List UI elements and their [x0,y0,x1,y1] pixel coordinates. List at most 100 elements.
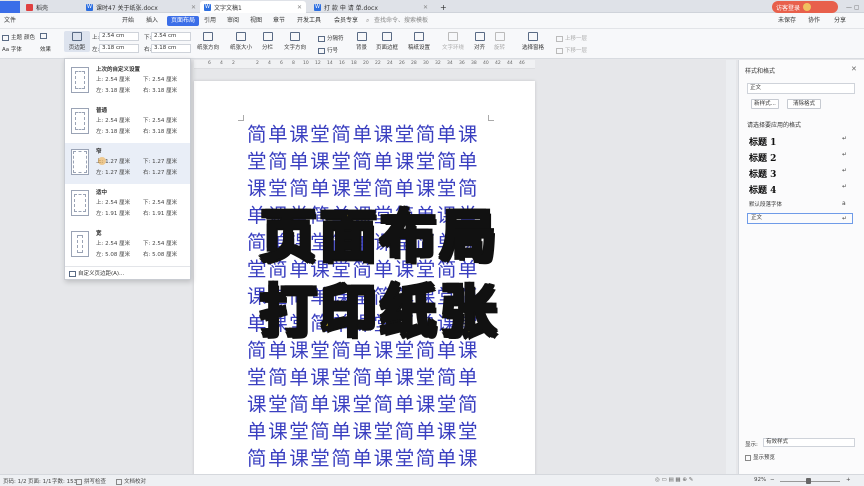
menu-view[interactable]: 视图 [250,16,262,26]
selection-pane-button[interactable]: 选择窗格 [522,32,544,51]
menu-file[interactable]: 文件 [4,16,16,26]
margin-option-normal[interactable]: 普通 上: 2.54 厘米 下: 2.54 厘米 左: 3.18 厘米 右: 3… [65,102,190,143]
margins-button[interactable]: 页边距 [64,31,90,52]
text-line[interactable]: 课堂简单课堂简单课堂简 [247,178,487,200]
word-count[interactable]: 字数: 153 [52,477,77,485]
preview-checkbox[interactable]: 显示预览 [745,453,775,461]
text-direction-icon [290,32,300,41]
text-line[interactable]: 堂简单课堂简单课堂简单 [247,367,487,389]
tab-doc-draft1[interactable]: W 文字文稿1 ✕ [200,1,306,13]
spell-check-button[interactable]: 拼写检查 [76,477,106,485]
menu-review[interactable]: 审阅 [227,16,239,26]
style-default-font[interactable]: 默认段落字体 [749,200,782,208]
rotate-button[interactable]: 旋转 [494,32,505,51]
style-heading3[interactable]: 标题 3 [749,167,776,180]
daoke-icon [26,3,33,11]
zoom-slider-handle[interactable] [806,478,811,484]
margin-preview-icon [71,231,89,257]
text-direction-button[interactable]: 文字方向 [284,32,306,51]
right-margin-input[interactable]: 3.18 cm [151,44,191,53]
menu-chapter[interactable]: 章节 [273,16,285,26]
page-border-icon [382,32,392,41]
style-heading2[interactable]: 标题 2 [749,151,776,164]
login-button[interactable]: 访客登录 [772,1,838,13]
left-margin-input[interactable]: 3.18 cm [99,44,139,53]
paper-size-button[interactable]: 纸张大小 [230,32,252,51]
new-tab-button[interactable]: + [436,1,448,13]
bring-forward-button[interactable]: 上移一层 [556,34,587,42]
share-button[interactable]: 分享 [834,16,846,26]
tab-label: 稻壳 [36,4,49,12]
margin-option-last-custom[interactable]: 上次的自定义设置 上: 2.54 厘米 下: 2.54 厘米 左: 3.18 厘… [65,61,190,102]
zoom-in-button[interactable]: + [846,477,851,483]
custom-margins-item[interactable]: 自定义页边距(A)... [69,269,124,277]
style-heading1[interactable]: 标题 1 [749,135,776,148]
columns-button[interactable]: 分栏 [262,32,273,51]
show-label: 显示: [745,442,758,448]
new-style-button[interactable]: 新样式... [751,99,779,109]
clear-format-button[interactable]: 清除格式 [787,99,821,109]
text-line[interactable]: 课堂简单课堂简单课堂简 [247,394,487,416]
close-icon[interactable]: ✕ [191,4,196,11]
page-border-button[interactable]: 页面边框 [376,32,398,51]
overlay-title-line2: 打印纸张 [259,279,500,346]
tab-doc-payment[interactable]: W 打 款 申 请 单.docx ✕ [310,1,432,13]
manuscript-button[interactable]: 稿纸设置 [408,32,430,51]
effects-button-top[interactable] [40,33,49,40]
text-wrap-icon [448,32,458,41]
tab-daoke[interactable]: 稻壳 [22,1,80,13]
bottom-margin-input[interactable]: 2.54 cm [151,32,191,41]
vertical-scrollbar[interactable] [726,60,736,474]
effects-label-button[interactable]: 效果 [40,45,51,53]
style-body[interactable]: 正文 [747,213,853,224]
proofread-button[interactable]: 文档校对 [116,477,146,485]
menu-member[interactable]: 会员专享 [334,16,358,26]
text-line[interactable]: 单课堂简单课堂简单课堂 [247,421,487,443]
zoom-level[interactable]: 92% [754,477,766,483]
view-mode-icons[interactable]: ◎ ▭ ▤ ▦ ⊕ ✎ [655,477,693,483]
zoom-out-button[interactable]: − [770,477,775,483]
line-numbers-button[interactable]: 行号 [318,46,338,54]
current-style-select[interactable]: 正文 [747,83,855,94]
page-count: 页面: 1/1 [28,479,52,485]
send-backward-icon [556,47,563,54]
collab-button[interactable]: 协作 [808,16,820,26]
text-line[interactable]: 堂简单课堂简单课堂简单 [247,151,487,173]
text-wrap-button[interactable]: 文字环绕 [442,32,464,51]
menu-insert[interactable]: 插入 [146,16,158,26]
top-margin-input[interactable]: 2.54 cm [99,32,139,41]
colors-button[interactable]: 颜色 [24,33,35,41]
tab-label: 文字文稿1 [214,4,242,12]
show-select[interactable]: 有效样式 [763,438,855,447]
effects-button[interactable]: Aa 字体 [2,45,22,53]
close-icon[interactable]: ✕ [851,65,857,73]
orientation-button[interactable]: 纸张方向 [197,32,219,51]
tab-doc-lesson47[interactable]: W 课时47 关于纸张.docx ✕ [82,1,200,13]
margin-preview-icon [71,149,89,175]
text-line[interactable]: 简单课堂简单课堂简单课 [247,124,487,146]
word-doc-icon: W [86,3,93,11]
background-button[interactable]: 背景 [356,32,367,51]
close-icon[interactable]: ✕ [423,4,428,11]
align-button[interactable]: 对齐 [474,32,485,51]
theme-button[interactable]: 主题 [2,33,22,41]
send-backward-button[interactable]: 下移一层 [556,46,587,54]
breaks-button[interactable]: 分隔符 [318,34,344,42]
close-icon[interactable]: ✕ [297,4,302,11]
paragraph-mark-icon: ↵ [842,215,848,222]
margin-option-narrow[interactable]: 窄 上: 1.27 厘米 下: 1.27 厘米 左: 1.27 厘米 右: 1.… [65,143,190,184]
window-controls[interactable]: — ▢ [842,1,862,13]
command-search[interactable]: 查找命令、搜索模板 [374,16,428,26]
menu-developer[interactable]: 开发工具 [297,16,321,26]
margin-option-wide[interactable]: 宽 上: 2.54 厘米 下: 2.54 厘米 左: 5.08 厘米 右: 5.… [65,225,190,266]
menu-references[interactable]: 引用 [204,16,216,26]
menu-home[interactable]: 开始 [122,16,134,26]
status-bar: 页码: 1/2 页面: 1/1 字数: 153 拼写检查 文档校对 ◎ ▭ ▤ … [0,474,864,486]
paragraph-mark-icon: ↵ [842,167,848,174]
home-tab[interactable] [0,1,20,13]
horizontal-ruler[interactable]: 6 4 2 2 4 6 8 10 12 14 16 18 20 22 24 26… [194,60,535,69]
margin-option-moderate[interactable]: 适中 上: 2.54 厘米 下: 2.54 厘米 左: 1.91 厘米 右: 1… [65,184,190,225]
text-line[interactable]: 简单课堂简单课堂简单课 [247,448,487,470]
style-heading4[interactable]: 标题 4 [749,183,776,196]
menu-page-layout[interactable]: 页面布局 [167,16,200,26]
